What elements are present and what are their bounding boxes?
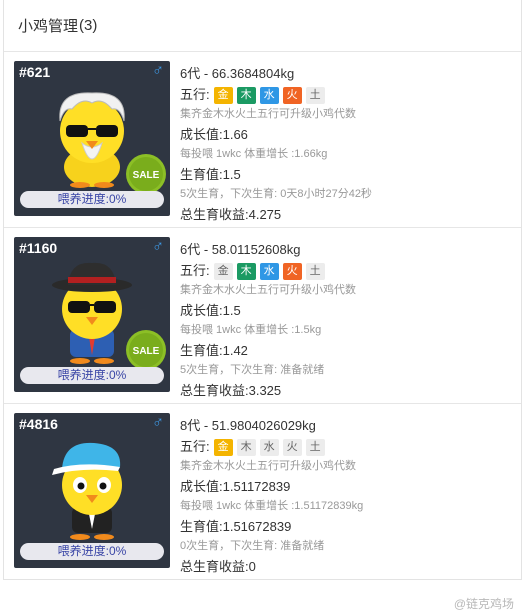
growth-value: 成长值:1.66: [180, 127, 248, 142]
wuxing-water: 水: [259, 87, 279, 105]
wuxing-label: 五行:: [180, 87, 210, 102]
feeding-progress: 喂养进度:0%: [20, 191, 164, 208]
feed-hint: 每投喂 1wkc 体重增长 :1.66kg: [180, 148, 328, 160]
chick-avatar-cap: [52, 442, 122, 540]
breed-status: 5次生育，下次生育: 准备就绪: [180, 364, 325, 376]
fertility-value: 生育值:1.51672839: [180, 519, 292, 534]
feed-hint: 每投喂 1wkc 体重增长 :1.5kg: [180, 324, 322, 336]
wuxing-row: 五行: 金木水火土: [180, 260, 520, 281]
wuxing-water: 水: [259, 439, 279, 457]
chick-id: #621: [19, 64, 51, 80]
chick-card[interactable]: #4816 ♂ 喂养进度:0% 8代 - 51.9804026029kg 五行:…: [4, 404, 521, 580]
feeding-progress: 喂养进度:0%: [20, 543, 164, 560]
watermark: @链克鸡场: [453, 597, 514, 611]
chick-id: #4816: [19, 416, 58, 432]
wuxing-label: 五行:: [180, 439, 210, 454]
wuxing-fire: 火: [282, 87, 302, 105]
wuxing-water: 水: [259, 263, 279, 281]
wuxing-gold: 金: [213, 87, 233, 105]
wuxing-row: 五行: 金木水火土: [180, 84, 520, 105]
chick-thumbnail[interactable]: #1160 ♂ SALE 喂养进度:0%: [14, 237, 170, 392]
wuxing-earth: 土: [305, 439, 325, 457]
generation-weight: 6代 - 66.3684804kg: [180, 66, 295, 81]
breed-status: 0次生育，下次生育: 准备就绪: [180, 540, 325, 552]
chick-info: 6代 - 66.3684804kg 五行: 金木水火土 集齐金木水火土五行可升级小…: [180, 63, 520, 225]
sale-badge: SALE: [126, 330, 166, 370]
fertility-value: 生育值:1.5: [180, 167, 241, 182]
page-title: 小鸡管理: [18, 18, 79, 35]
breed-status: 5次生育，下次生育: 0天8小时27分42秒: [180, 188, 372, 200]
total-income: 总生育收益:0: [180, 559, 256, 574]
total-income: 总生育收益:3.325: [180, 383, 282, 398]
wuxing-earth: 土: [305, 263, 325, 281]
chick-card[interactable]: #621 ♂ SALE 喂养进度:0% 6代 - 66.3684804kg 五行…: [4, 52, 521, 228]
chick-id: #1160: [19, 240, 58, 256]
wuxing-fire: 火: [282, 263, 302, 281]
generation-weight: 8代 - 51.9804026029kg: [180, 418, 316, 433]
sale-badge: SALE: [126, 154, 166, 194]
generation-weight: 6代 - 58.01152608kg: [180, 242, 301, 257]
wuxing-label: 五行:: [180, 263, 210, 278]
wuxing-hint: 集齐金木水火土五行可升级小鸡代数: [180, 460, 356, 472]
chick-thumbnail[interactable]: #621 ♂ SALE 喂养进度:0%: [14, 61, 170, 216]
wuxing-fire: 火: [282, 439, 302, 457]
wuxing-wood: 木: [236, 87, 256, 105]
chick-info: 6代 - 58.01152608kg 五行: 金木水火土 集齐金木水火土五行可升级…: [180, 239, 520, 401]
sale-label: SALE: [133, 170, 160, 181]
chick-management-panel: 小鸡管理 (3) #621 ♂ SALE 喂养进度:0% 6代 - 66.368…: [3, 0, 522, 580]
growth-value: 成长值:1.51172839: [180, 479, 291, 494]
wuxing-hint: 集齐金木水火土五行可升级小鸡代数: [180, 108, 356, 120]
wuxing-gold: 金: [213, 263, 233, 281]
wuxing-gold: 金: [213, 439, 233, 457]
total-income: 总生育收益:4.275: [180, 207, 282, 222]
sale-label: SALE: [133, 346, 160, 357]
wuxing-wood: 木: [236, 439, 256, 457]
wuxing-wood: 木: [236, 263, 256, 281]
male-icon: ♂: [152, 238, 164, 255]
male-icon: ♂: [152, 414, 164, 431]
wuxing-earth: 土: [305, 87, 325, 105]
wuxing-row: 五行: 金木水火土: [180, 436, 520, 457]
male-icon: ♂: [152, 62, 164, 79]
chick-thumbnail[interactable]: #4816 ♂ 喂养进度:0%: [14, 413, 170, 568]
wuxing-hint: 集齐金木水火土五行可升级小鸡代数: [180, 284, 356, 296]
panel-header: 小鸡管理 (3): [4, 0, 521, 52]
growth-value: 成长值:1.5: [180, 303, 241, 318]
feeding-progress: 喂养进度:0%: [20, 367, 164, 384]
fertility-value: 生育值:1.42: [180, 343, 248, 358]
chick-info: 8代 - 51.9804026029kg 五行: 金木水火土 集齐金木水火土五行可…: [180, 415, 520, 577]
chick-card[interactable]: #1160 ♂ SALE 喂养进度:0% 6代 - 58.01152608kg …: [4, 228, 521, 404]
chick-count: (3): [79, 17, 98, 34]
feed-hint: 每投喂 1wkc 体重增长 :1.51172839kg: [180, 500, 364, 512]
